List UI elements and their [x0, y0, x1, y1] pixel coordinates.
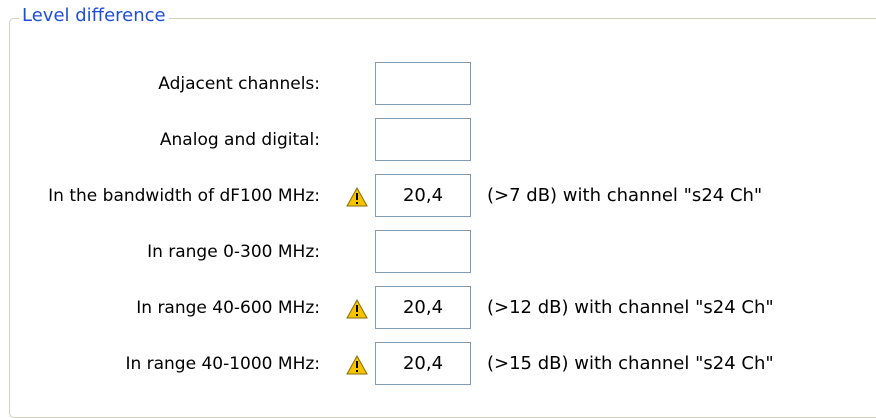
row-range-40-600: In range 40-600 MHz: (>12 dB) with chann… [0, 286, 876, 330]
adjacent-channels-label: Adjacent channels: [158, 74, 320, 94]
bandwidth-df100-note: (>7 dB) with channel "s24 Ch" [487, 185, 763, 206]
row-range-0-300: In range 0-300 MHz: [0, 230, 876, 274]
bandwidth-df100-field[interactable] [375, 174, 471, 217]
range-40-600-note: (>12 dB) with channel "s24 Ch" [487, 297, 774, 318]
analog-digital-label: Analog and digital: [159, 130, 320, 150]
range-0-300-label: In range 0-300 MHz: [147, 242, 320, 262]
adjacent-channels-field[interactable] [375, 62, 471, 105]
bandwidth-df100-label: In the bandwidth of dF100 MHz: [48, 186, 320, 206]
range-40-600-label: In range 40-600 MHz: [136, 298, 320, 318]
warning-icon [346, 354, 368, 375]
warning-icon [346, 298, 368, 319]
range-40-1000-field[interactable] [375, 342, 471, 385]
range-40-1000-label: In range 40-1000 MHz: [125, 354, 320, 374]
range-0-300-field[interactable] [375, 230, 471, 273]
row-range-40-1000: In range 40-1000 MHz: (>15 dB) with chan… [0, 342, 876, 386]
warning-icon [346, 186, 368, 207]
analog-digital-field[interactable] [375, 118, 471, 161]
range-40-600-field[interactable] [375, 286, 471, 329]
range-40-1000-note: (>15 dB) with channel "s24 Ch" [487, 353, 774, 374]
row-analog-digital: Analog and digital: [0, 118, 876, 162]
row-adjacent-channels: Adjacent channels: [0, 62, 876, 106]
row-bandwidth-df100: In the bandwidth of dF100 MHz: (>7 dB) w… [0, 174, 876, 218]
group-title: Level difference [19, 5, 169, 27]
